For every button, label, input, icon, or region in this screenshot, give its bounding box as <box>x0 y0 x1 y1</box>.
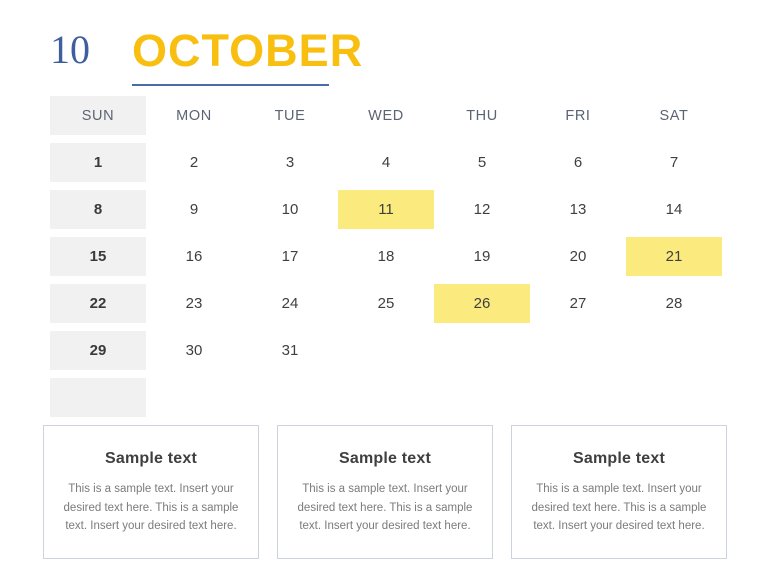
day-cell-empty <box>626 378 722 417</box>
day-cell-empty <box>242 378 338 417</box>
day-cell[interactable]: 5 <box>434 143 530 182</box>
notes-section: Sample text This is a sample text. Inser… <box>43 425 727 559</box>
day-of-week-header-row: SUN MON TUE WED THU FRI SAT <box>50 96 722 135</box>
dow-header-tue: TUE <box>274 107 306 124</box>
day-cell[interactable]: 12 <box>434 190 530 229</box>
day-cell[interactable]: 25 <box>338 284 434 323</box>
day-cell-empty <box>434 378 530 417</box>
day-cell-empty <box>530 331 626 370</box>
day-cell[interactable]: 10 <box>242 190 338 229</box>
day-cell[interactable]: 28 <box>626 284 722 323</box>
dow-header-thu: THU <box>466 107 498 124</box>
day-cell-highlighted[interactable]: 26 <box>434 284 530 323</box>
note-box[interactable]: Sample text This is a sample text. Inser… <box>277 425 493 559</box>
day-cell[interactable]: 8 <box>50 190 146 229</box>
day-cell[interactable]: 17 <box>242 237 338 276</box>
day-cell-empty <box>50 378 146 417</box>
dow-header-wed: WED <box>368 107 404 124</box>
month-title-wrap: OCTOBER <box>132 24 364 86</box>
day-cell-empty <box>338 378 434 417</box>
dow-header-mon: MON <box>176 107 212 124</box>
day-cell-empty <box>626 331 722 370</box>
note-box-body: This is a sample text. Insert your desir… <box>531 483 707 533</box>
week-row: 29 30 31 <box>50 331 722 370</box>
day-cell[interactable]: 14 <box>626 190 722 229</box>
day-cell[interactable]: 3 <box>242 143 338 182</box>
day-cell[interactable]: 7 <box>626 143 722 182</box>
calendar-header: 10 OCTOBER <box>50 20 364 86</box>
note-box[interactable]: Sample text This is a sample text. Inser… <box>43 425 259 559</box>
day-cell[interactable]: 18 <box>338 237 434 276</box>
day-cell[interactable]: 31 <box>242 331 338 370</box>
note-box-title: Sample text <box>104 450 197 467</box>
day-cell[interactable]: 1 <box>50 143 146 182</box>
dow-header-sat: SAT <box>659 107 689 124</box>
note-box[interactable]: Sample text This is a sample text. Inser… <box>511 425 727 559</box>
day-cell[interactable]: 9 <box>146 190 242 229</box>
day-cell[interactable]: 24 <box>242 284 338 323</box>
day-cell-empty <box>146 378 242 417</box>
page-title: OCTOBER <box>132 24 364 76</box>
note-box-title: Sample text <box>572 450 665 467</box>
day-cell[interactable]: 16 <box>146 237 242 276</box>
calendar-slide: 10 OCTOBER SUN MON TUE WED THU FRI SAT 1… <box>0 0 768 576</box>
day-cell[interactable]: 2 <box>146 143 242 182</box>
day-cell[interactable]: 20 <box>530 237 626 276</box>
week-row: 15 16 17 18 19 20 21 <box>50 237 722 276</box>
dow-header-fri: FRI <box>565 107 591 124</box>
day-cell[interactable]: 30 <box>146 331 242 370</box>
day-cell[interactable]: 29 <box>50 331 146 370</box>
day-cell-highlighted[interactable]: 11 <box>338 190 434 229</box>
day-cell[interactable]: 22 <box>50 284 146 323</box>
day-cell[interactable]: 19 <box>434 237 530 276</box>
day-cell[interactable]: 27 <box>530 284 626 323</box>
month-number: 10 <box>50 27 90 72</box>
day-cell[interactable]: 6 <box>530 143 626 182</box>
day-cell-highlighted[interactable]: 21 <box>626 237 722 276</box>
note-box-title: Sample text <box>338 450 431 467</box>
note-box-body: This is a sample text. Insert your desir… <box>297 483 473 533</box>
day-cell[interactable]: 4 <box>338 143 434 182</box>
note-box-body: This is a sample text. Insert your desir… <box>63 483 239 533</box>
day-cell[interactable]: 13 <box>530 190 626 229</box>
week-row: 8 9 10 11 12 13 14 <box>50 190 722 229</box>
calendar-grid: SUN MON TUE WED THU FRI SAT 1 2 3 4 5 6 … <box>50 96 722 417</box>
day-cell[interactable]: 23 <box>146 284 242 323</box>
day-cell[interactable]: 15 <box>50 237 146 276</box>
week-row: 1 2 3 4 5 6 7 <box>50 143 722 182</box>
week-row: 22 23 24 25 26 27 28 <box>50 284 722 323</box>
dow-header-sun: SUN <box>50 96 146 135</box>
day-cell-empty <box>434 331 530 370</box>
day-cell-empty <box>338 331 434 370</box>
title-underline <box>132 84 329 86</box>
day-cell-empty <box>530 378 626 417</box>
week-row <box>50 378 722 417</box>
